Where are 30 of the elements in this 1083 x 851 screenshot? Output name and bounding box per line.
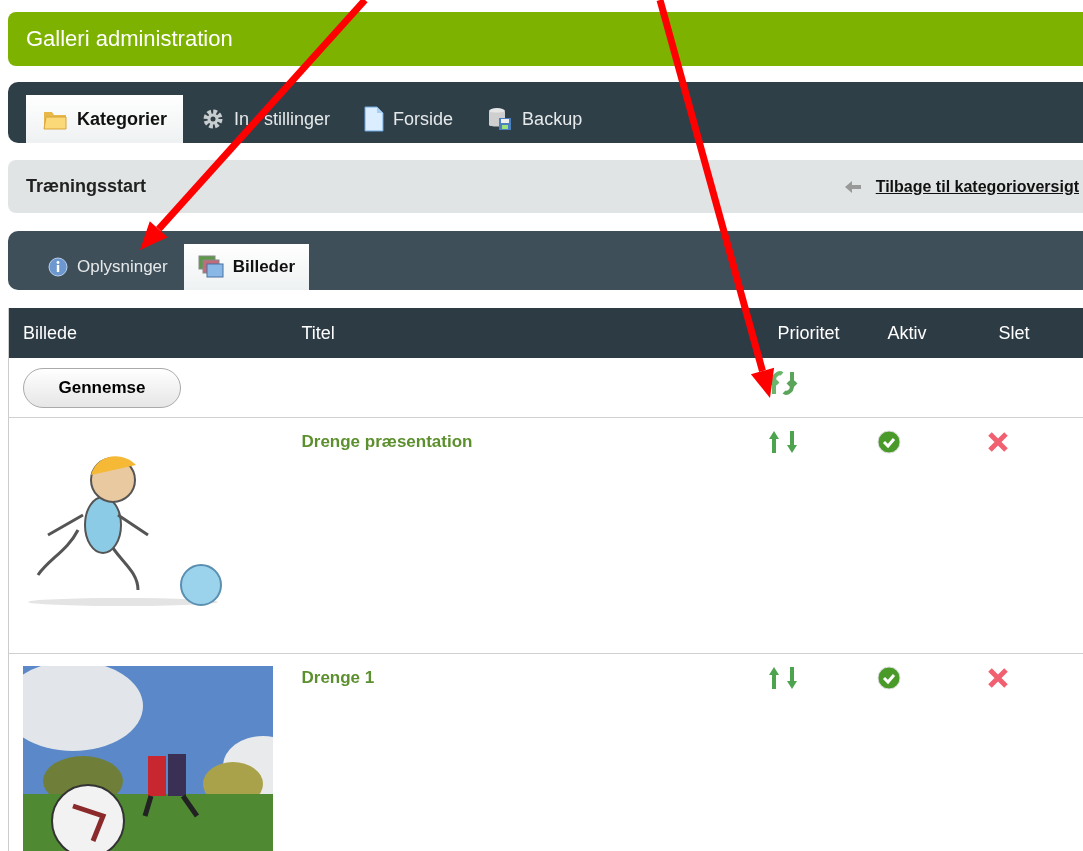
tab[interactable]: In stillinger — [185, 95, 347, 143]
column-header: Billede — [8, 308, 288, 358]
delete-icon[interactable] — [985, 430, 1010, 454]
down-arrow-icon[interactable] — [785, 430, 798, 454]
check-icon[interactable] — [876, 430, 901, 454]
image-title[interactable]: Drenge præsentation — [301, 432, 473, 452]
tab[interactable]: Oplysninger — [34, 244, 182, 290]
page-title: Galleri administration — [26, 26, 233, 52]
document-icon — [364, 106, 385, 132]
column-header: Slet — [984, 308, 1083, 358]
column-header: Prioritet — [763, 308, 874, 358]
tab[interactable]: Forside — [348, 95, 470, 143]
up-arrow-icon[interactable] — [767, 666, 780, 690]
check-icon[interactable] — [876, 666, 901, 690]
back-link[interactable]: Tilbage til kategorioversigt — [875, 177, 1079, 196]
category-title: Træningsstart — [26, 176, 148, 197]
images-icon — [197, 255, 224, 279]
browse-button[interactable]: Gennemse — [23, 368, 181, 408]
column-header: Aktiv — [873, 308, 985, 358]
down-arrow-icon[interactable] — [785, 666, 798, 690]
delete-icon[interactable] — [985, 666, 1010, 690]
image-title[interactable]: Drenge 1 — [301, 668, 375, 688]
tab[interactable]: Billeder — [183, 244, 310, 290]
up-arrow-icon[interactable] — [767, 430, 780, 454]
column-header: Titel — [287, 308, 764, 358]
tab[interactable]: Kategorier — [26, 95, 184, 143]
database-disk-icon — [487, 106, 514, 132]
tab[interactable]: Backup — [471, 95, 599, 143]
info-icon — [48, 257, 68, 277]
back-arrow-icon — [843, 179, 862, 194]
